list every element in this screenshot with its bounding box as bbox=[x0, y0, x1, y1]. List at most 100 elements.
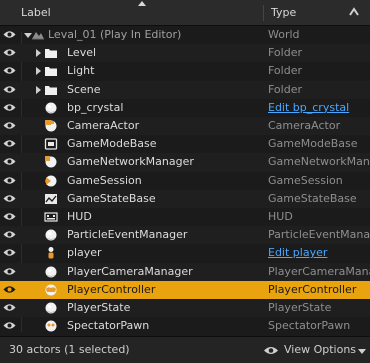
row-label: PlayerController bbox=[67, 282, 156, 296]
visibility-eye-icon[interactable] bbox=[3, 121, 16, 130]
expander-collapsed-icon[interactable] bbox=[36, 85, 41, 94]
row-type: PlayerController bbox=[268, 282, 357, 296]
row-type: CameraActor bbox=[268, 119, 341, 132]
spectator-pawn-icon bbox=[45, 320, 57, 332]
row-label: PlayerState bbox=[67, 301, 131, 314]
outliner-row[interactable]: PlayerController PlayerController bbox=[0, 280, 370, 299]
outliner-row[interactable]: CameraActor CameraActor bbox=[0, 117, 370, 136]
visibility-eye-icon[interactable] bbox=[3, 157, 16, 166]
row-label: Leval_01 (Play In Editor) bbox=[48, 28, 182, 41]
row-type: HUD bbox=[268, 210, 293, 223]
network-manager-icon bbox=[45, 156, 57, 168]
player-icon bbox=[48, 247, 54, 259]
visibility-eye-icon[interactable] bbox=[3, 285, 16, 294]
outliner-row[interactable]: GameNetworkManager GameNetworkManager bbox=[0, 153, 370, 172]
label-column-header[interactable]: Label bbox=[21, 0, 51, 26]
row-label: GameSession bbox=[67, 173, 142, 187]
row-type: GameSession bbox=[268, 173, 343, 187]
visibility-eye-icon[interactable] bbox=[3, 267, 16, 276]
folder-icon bbox=[45, 85, 57, 95]
visibility-eye-icon[interactable] bbox=[3, 230, 16, 239]
edit-blueprint-link[interactable]: Edit bp_crystal bbox=[268, 99, 370, 117]
outliner-row[interactable]: Leval_01 (Play In Editor) World bbox=[0, 26, 370, 44]
game-mode-icon bbox=[44, 138, 58, 150]
outliner-row[interactable]: HUD HUD bbox=[0, 208, 370, 226]
outliner-row[interactable]: PlayerCameraManager PlayerCameraManager bbox=[0, 262, 370, 281]
type-column-header[interactable]: Type bbox=[271, 0, 296, 26]
outliner-row[interactable]: GameStateBase GameStateBase bbox=[0, 189, 370, 208]
player-controller-icon bbox=[45, 284, 57, 296]
game-session-icon bbox=[45, 175, 57, 187]
row-label: PlayerCameraManager bbox=[67, 264, 193, 278]
row-type: Folder bbox=[268, 46, 302, 60]
world-outliner: Label Type Leval_01 (Play In Editor) Worl… bbox=[0, 0, 370, 363]
visibility-eye-icon[interactable] bbox=[3, 212, 16, 221]
visibility-eye-icon[interactable] bbox=[3, 48, 16, 57]
column-options-icon[interactable] bbox=[348, 5, 362, 19]
row-type: Folder bbox=[268, 82, 302, 96]
row-type: PlayerState bbox=[268, 301, 332, 314]
row-type: GameStateBase bbox=[268, 191, 357, 205]
outliner-row[interactable]: GameSession GameSession bbox=[0, 172, 370, 190]
edit-blueprint-link[interactable]: Edit player bbox=[268, 244, 370, 262]
visibility-eye-icon[interactable] bbox=[3, 85, 16, 94]
visibility-eye-icon[interactable] bbox=[3, 30, 16, 39]
chevron-down-icon bbox=[358, 349, 366, 354]
row-type: GameModeBase bbox=[268, 137, 358, 151]
outliner-row[interactable]: SpectatorPawn SpectatorPawn bbox=[0, 317, 370, 335]
row-label: Level bbox=[67, 46, 97, 60]
sphere-icon bbox=[45, 102, 57, 114]
folder-icon bbox=[45, 49, 57, 59]
hud-icon bbox=[44, 212, 58, 222]
camera-actor-icon bbox=[45, 120, 57, 132]
folder-icon bbox=[45, 67, 57, 77]
column-header: Label Type bbox=[0, 0, 370, 26]
row-label: CameraActor bbox=[67, 119, 140, 132]
row-type: PlayerCameraManager bbox=[268, 264, 370, 278]
expander-collapsed-icon[interactable] bbox=[36, 49, 41, 58]
outliner-footer: 30 actors (1 selected) View Options bbox=[0, 336, 370, 363]
outliner-row[interactable]: GameModeBase GameModeBase bbox=[0, 135, 370, 153]
visibility-eye-icon[interactable] bbox=[3, 176, 16, 185]
row-label: player bbox=[67, 246, 102, 260]
row-label: Light bbox=[67, 64, 95, 78]
row-label: bp_crystal bbox=[67, 100, 124, 114]
eye-icon bbox=[264, 347, 278, 354]
row-type: Folder bbox=[268, 64, 302, 78]
expander-collapsed-icon[interactable] bbox=[36, 67, 41, 76]
outliner-row[interactable]: bp_crystal Edit bp_crystal bbox=[0, 99, 370, 117]
actor-count-status: 30 actors (1 selected) bbox=[9, 343, 130, 356]
sphere-icon bbox=[45, 229, 57, 241]
game-state-icon bbox=[45, 193, 57, 204]
visibility-eye-icon[interactable] bbox=[3, 66, 16, 75]
outliner-row[interactable]: Light Folder bbox=[0, 62, 370, 80]
row-label: GameModeBase bbox=[67, 137, 157, 151]
visibility-eye-icon[interactable] bbox=[3, 248, 16, 257]
visibility-eye-icon[interactable] bbox=[3, 303, 16, 312]
row-label: ParticleEventManager bbox=[67, 228, 188, 242]
row-label: SpectatorPawn bbox=[67, 319, 150, 333]
row-type: GameNetworkManager bbox=[268, 155, 370, 169]
visibility-eye-icon[interactable] bbox=[3, 103, 16, 112]
outliner-list: Leval_01 (Play In Editor) World Level Folde… bbox=[0, 26, 370, 336]
visibility-eye-icon[interactable] bbox=[3, 321, 16, 330]
view-options-label: View Options bbox=[284, 343, 357, 356]
row-label: GameNetworkManager bbox=[67, 155, 194, 169]
outliner-row[interactable]: Scene Folder bbox=[0, 80, 370, 99]
outliner-row[interactable]: PlayerState PlayerState bbox=[0, 299, 370, 318]
sphere-icon bbox=[45, 266, 57, 278]
row-label: Scene bbox=[67, 82, 101, 96]
visibility-eye-icon[interactable] bbox=[3, 139, 16, 148]
row-type: World bbox=[268, 28, 300, 41]
outliner-row[interactable]: Level Folder bbox=[0, 44, 370, 63]
visibility-eye-icon[interactable] bbox=[3, 194, 16, 203]
row-label: HUD bbox=[67, 210, 92, 223]
row-type: ParticleEventManager bbox=[268, 228, 370, 242]
world-icon bbox=[32, 32, 44, 40]
sort-ascending-icon[interactable] bbox=[138, 1, 146, 6]
outliner-row[interactable]: player Edit player bbox=[0, 244, 370, 262]
row-type: SpectatorPawn bbox=[268, 319, 351, 333]
sphere-icon bbox=[45, 302, 57, 314]
outliner-row[interactable]: ParticleEventManager ParticleEventManager bbox=[0, 226, 370, 245]
column-separator[interactable] bbox=[263, 5, 264, 21]
